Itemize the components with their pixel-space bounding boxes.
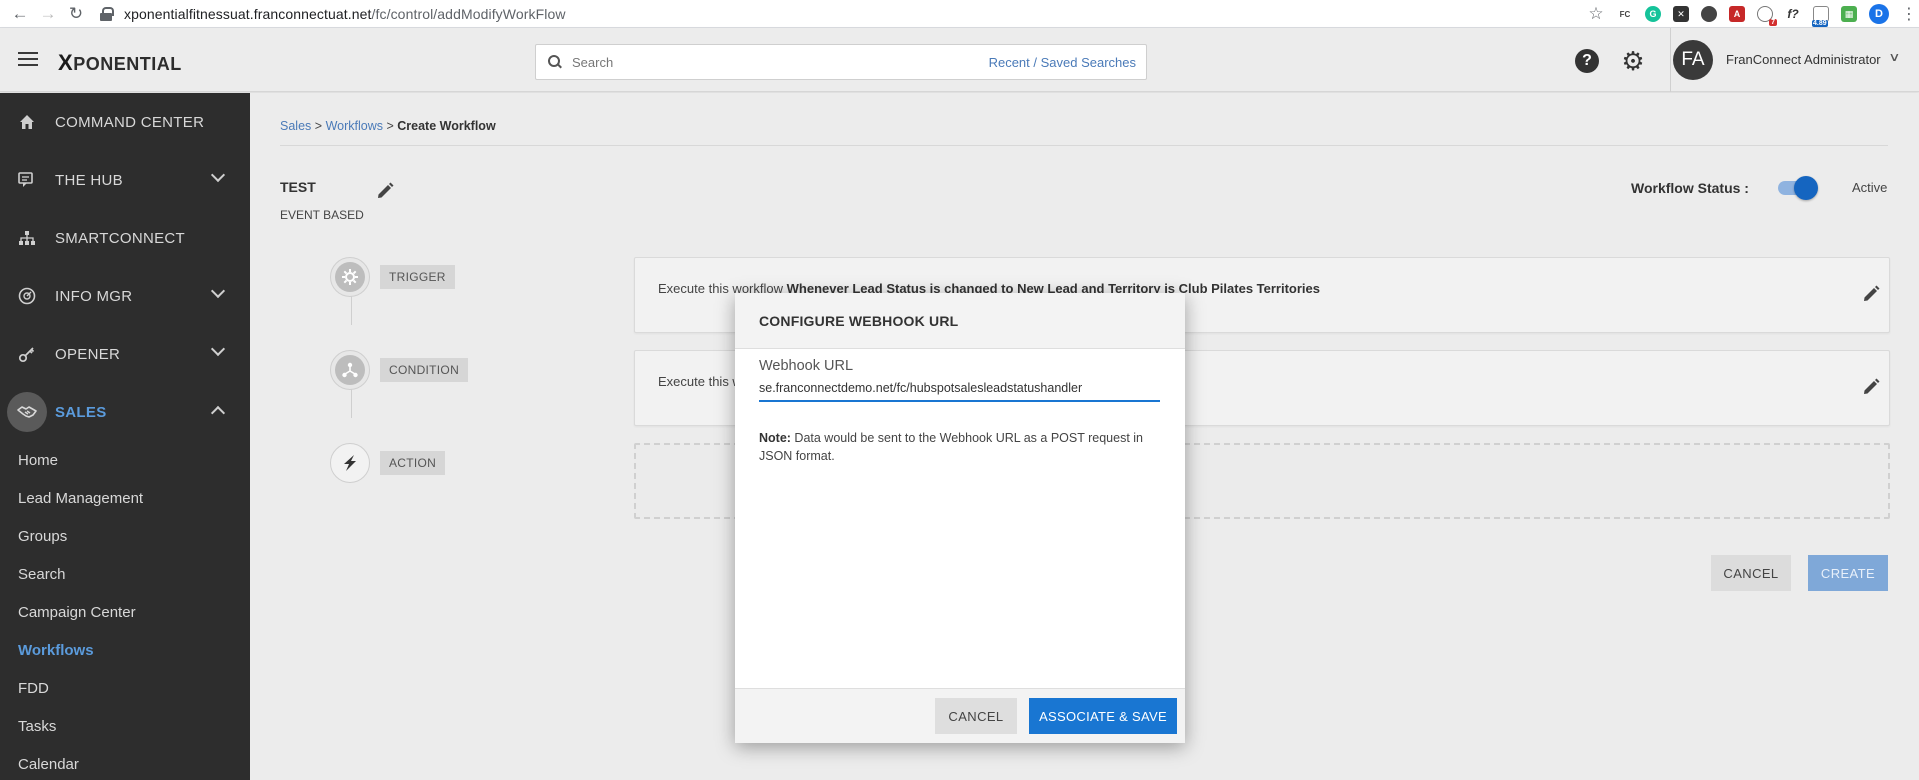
function-extension-icon[interactable]: f? [1785,6,1801,22]
home-icon [17,112,37,132]
fc-extension-icon[interactable]: FC [1617,6,1633,22]
action-bolt-icon [335,448,365,478]
step-action[interactable]: ACTION [330,443,446,483]
circle-extension-icon[interactable] [1701,6,1717,22]
sidebar-item-the-hub[interactable]: THE HUB [0,151,250,209]
sidebar-subitem-calendar[interactable]: Calendar [0,745,250,780]
info-icon [17,286,37,306]
sidebar-subitem-workflows[interactable]: Workflows [0,631,250,669]
chat-icon [17,170,37,190]
sidebar-subitem-tasks[interactable]: Tasks [0,707,250,745]
webhook-note: Note: Data would be sent to the Webhook … [759,431,1144,463]
grammarly-icon[interactable]: G [1645,6,1661,22]
sidebar-subitem-fdd[interactable]: FDD [0,669,250,707]
sidebar-item-info-mgr[interactable]: INFO MGR [0,267,250,325]
lock-icon [100,6,114,21]
chevron-up-icon[interactable] [210,405,226,421]
search-icon [548,55,562,69]
step-trigger[interactable]: TRIGGER [330,257,455,297]
modal-title: CONFIGURE WEBHOOK URL [735,293,1185,349]
divider [280,145,1888,146]
reload-icon[interactable]: ↻ [62,0,90,28]
workflow-name: TEST [280,179,316,195]
breadcrumb-workflows[interactable]: Workflows [326,119,383,133]
cancel-button[interactable]: CANCEL [1711,555,1791,591]
breadcrumb-sales[interactable]: Sales [280,119,311,133]
breadcrumb: Sales > Workflows > Create Workflow [280,119,496,133]
network-icon [17,228,37,248]
back-arrow-icon[interactable]: ← [6,0,34,28]
recent-saved-searches-link[interactable]: Recent / Saved Searches [989,55,1136,70]
target-extension-icon[interactable]: 7 [1757,6,1777,26]
help-icon[interactable]: ? [1575,49,1599,73]
sidebar-item-sales[interactable]: SALES [0,383,250,441]
sidebar-subitem-groups[interactable]: Groups [0,517,250,555]
search-input[interactable] [572,54,989,70]
url-text[interactable]: xponentialfitnessuat.franconnectuat.net/… [124,6,566,22]
edit-name-pencil-icon[interactable] [376,182,394,198]
modal-cancel-button[interactable]: CANCEL [935,698,1017,734]
chevron-down-icon[interactable] [210,167,226,183]
workflow-status-label: Workflow Status : [1631,180,1749,196]
pdf-extension-icon[interactable]: A [1729,6,1745,22]
edit-condition-pencil-icon[interactable] [1862,378,1880,394]
user-avatar[interactable]: FA [1673,40,1713,80]
close-tab-extension-icon[interactable]: ✕ [1673,6,1689,22]
sheet-extension-icon[interactable]: ▦ [1841,6,1857,22]
forward-arrow-icon[interactable]: → [34,0,62,28]
brand-logo[interactable]: XPONENTIAL [58,50,182,76]
workflow-status-value: Active [1852,180,1888,195]
sidebar-subitem-lead-management[interactable]: Lead Management [0,479,250,517]
app-header: XPONENTIAL Recent / Saved Searches ? ⚙ F… [0,28,1919,92]
extension-tray: ☆ FC G ✕ A 7 f? 4.89 ▦ D ⋮ [1587,0,1917,28]
configure-webhook-modal: CONFIGURE WEBHOOK URL Webhook URL Note: … [735,293,1185,743]
modal-footer: CANCEL ASSOCIATE & SAVE [735,688,1185,743]
workflow-type: EVENT BASED [280,208,364,222]
chevron-down-icon[interactable] [210,341,226,357]
user-name[interactable]: FranConnect Administrator [1726,52,1881,67]
global-search[interactable]: Recent / Saved Searches [535,44,1147,80]
chevron-down-icon[interactable]: ∨ [1888,50,1900,64]
sidebar-subitem-campaign-center[interactable]: Campaign Center [0,593,250,631]
sidebar-item-command-center[interactable]: COMMAND CENTER [0,93,250,151]
step-condition[interactable]: CONDITION [330,350,469,390]
more-vert-icon[interactable]: ⋮ [1901,4,1917,24]
step-label: ACTION [380,451,446,475]
toggle-knob [1794,176,1818,200]
gear-icon[interactable]: ⚙ [1619,47,1647,75]
sidebar: COMMAND CENTER THE HUB SMARTCONNECT INFO… [0,93,250,780]
breadcrumb-current: Create Workflow [397,119,496,133]
sidebar-subitem-search[interactable]: Search [0,555,250,593]
browser-toolbar: ← → ↻ xponentialfitnessuat.franconnectua… [0,0,1919,28]
step-label: CONDITION [380,358,469,382]
chevron-down-icon[interactable] [210,283,226,299]
step-label: TRIGGER [380,265,455,289]
key-icon [17,344,37,364]
sidebar-item-smartconnect[interactable]: SMARTCONNECT [0,209,250,267]
bag-extension-icon[interactable]: 4.89 [1812,6,1829,27]
condition-branch-icon [335,355,365,385]
trigger-gear-icon [335,262,365,292]
profile-avatar[interactable]: D [1869,4,1889,24]
address-bar[interactable]: xponentialfitnessuat.franconnectuat.net/… [100,0,566,28]
webhook-url-label: Webhook URL [759,358,854,374]
create-button[interactable]: CREATE [1808,555,1888,591]
header-divider [1670,28,1671,92]
sidebar-subitem-home[interactable]: Home [0,441,250,479]
associate-save-button[interactable]: ASSOCIATE & SAVE [1029,698,1177,734]
sidebar-item-opener[interactable]: OPENER [0,325,250,383]
bookmark-star-icon[interactable]: ☆ [1587,4,1605,24]
handshake-icon [7,392,47,432]
menu-icon[interactable] [18,52,38,66]
edit-trigger-pencil-icon[interactable] [1862,285,1880,301]
workflow-status-toggle[interactable] [1778,176,1818,200]
webhook-url-input[interactable] [759,376,1160,402]
